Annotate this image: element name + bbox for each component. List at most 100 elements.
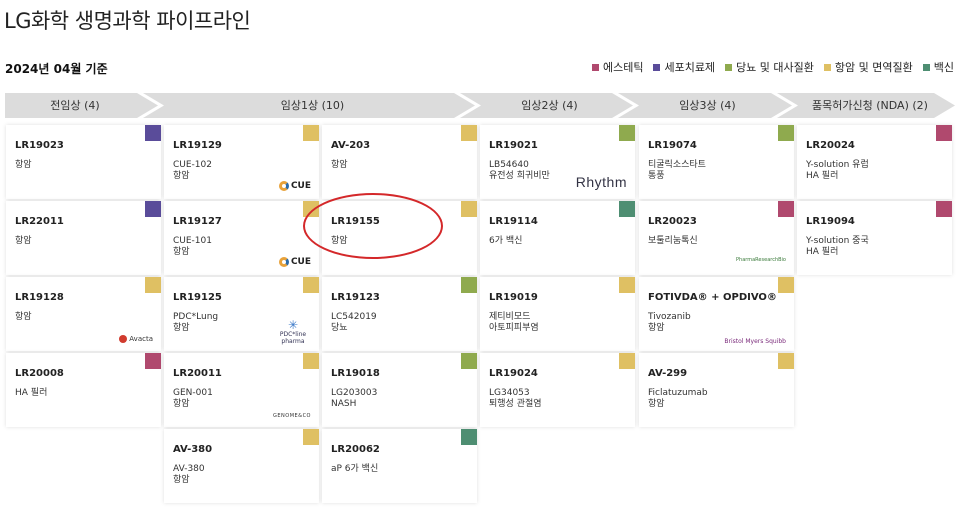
pipeline-card-FOTIVDA-OPDIVO[interactable]: FOTIVDA® + OPDIVO® Tivozanib 항암 Bristol M… [639,277,794,351]
card-desc: Y-solution 중국 HA 필러 [806,236,869,257]
pipeline-card-LR19094[interactable]: LR19094 Y-solution 중국 HA 필러 [797,201,952,275]
category-tag [303,353,319,369]
category-tag [303,125,319,141]
card-desc: CUE-102 항암 [173,160,212,181]
card-desc: 제티비모드 아토피피부염 [489,312,539,333]
card-code: LR19155 [331,216,380,227]
category-tag [778,277,794,293]
bristol-myers-squibb-logo: Bristol Myers Squibb [724,338,786,345]
card-code: LR20062 [331,444,380,455]
card-desc: HA 필러 [15,388,48,398]
pipeline-card-AV-203[interactable]: AV-203 항암 [322,125,477,199]
pipeline-card-LR19019[interactable]: LR19019 제티비모드 아토피피부염 [480,277,635,351]
pdc-line-pharma-logo: ✳ PDC*line pharma [272,318,314,345]
legend-swatch [725,63,733,71]
phase-label-phase1: 임상1상 (10) [280,99,345,112]
category-tag [461,353,477,369]
card-code: LR20024 [806,140,855,151]
pipeline-card-LR19125[interactable]: LR19125 PDC*Lung 항암 ✳ PDC*line pharma [164,277,319,351]
category-tag [619,201,635,217]
partner-logo-text: CUE [290,257,311,267]
card-code: LR20011 [173,368,222,379]
cue-mark-icon [278,257,289,267]
legend-swatch [922,63,930,71]
category-tag [619,353,635,369]
phase-label-preclinical: 전임상 (4) [50,99,100,112]
card-desc: LG203003 NASH [331,388,378,409]
card-desc: aP 6가 백신 [331,464,379,474]
card-desc: CUE-101 항암 [173,236,212,257]
legend-label: 당뇨 및 대사질환 [736,61,814,74]
pipeline-card-LR20024[interactable]: LR20024 Y-solution 유럽 HA 필러 [797,125,952,199]
pipeline-card-LR19074[interactable]: LR19074 티굴릭소스타트 통풍 [639,125,794,199]
pipeline-card-LR20011[interactable]: LR20011 GEN-001 항암 GENOME&CO [164,353,319,427]
legend-swatch [653,63,661,71]
card-code: AV-203 [331,140,371,151]
legend-item-oncology-immunology[interactable]: 항암 및 면역질환 [823,59,913,75]
legend-label: 에스테틱 [602,61,644,74]
category-tag [461,125,477,141]
card-code: FOTIVDA® + OPDIVO® [648,292,777,303]
card-code: LR22011 [15,216,64,227]
category-tag [461,429,477,445]
pipeline-card-LR22011[interactable]: LR22011 항암 [6,201,161,275]
legend-label: 항암 및 면역질환 [834,61,913,74]
legend-item-metabolic[interactable]: 당뇨 및 대사질환 [725,59,814,75]
card-desc: 항암 [15,236,32,246]
card-code: LR19127 [173,216,222,227]
card-desc: 티굴릭소스타트 통풍 [648,160,706,181]
avacta-logo: Avacta [119,335,153,343]
card-code: AV-299 [648,368,688,379]
pipeline-card-LR19128[interactable]: LR19128 항암 Avacta [6,277,161,351]
category-tag [778,353,794,369]
pipeline-card-LR19018[interactable]: LR19018 LG203003 NASH [322,353,477,427]
card-code: LR20008 [15,368,64,379]
card-desc: 6가 백신 [489,236,523,246]
card-code: LR19019 [489,292,538,303]
pipeline-card-LR19155[interactable]: LR19155 항암 [322,201,477,275]
card-code: LR19024 [489,368,538,379]
pipeline-card-LR19123[interactable]: LR19123 LC542019 당뇨 [322,277,477,351]
card-desc: Tivozanib 항암 [648,312,691,333]
legend: 에스테틱 세포치료제 당뇨 및 대사질환 항암 및 면역질환 백신 [591,59,954,75]
pipeline-card-LR20023[interactable]: LR20023 보툴리눔톡신 PharmaResearchBio [639,201,794,275]
category-tag [303,277,319,293]
legend-item-aesthetic[interactable]: 에스테틱 [591,59,644,75]
pdc-mark-icon: ✳ [287,318,299,332]
pipeline-card-LR19021[interactable]: LR19021 LB54640 유전성 희귀비만 Rhythm [480,125,635,199]
legend-swatch [823,63,831,71]
category-tag [145,125,161,141]
pipeline-card-LR20062[interactable]: LR20062 aP 6가 백신 [322,429,477,503]
card-desc: 항암 [15,312,32,322]
pipeline-card-LR19129[interactable]: LR19129 CUE-102 항암 CUE [164,125,319,199]
pharma-research-bio-logo: PharmaResearchBio [736,257,786,263]
card-code: LR19128 [15,292,64,303]
card-code: AV-380 [173,444,213,455]
pipeline-card-LR19023[interactable]: LR19023 항암 [6,125,161,199]
card-desc: LG34053 퇴행성 관절염 [489,388,542,409]
card-desc: GEN-001 항암 [173,388,213,409]
pipeline-card-AV-380[interactable]: AV-380 AV-380 항암 [164,429,319,503]
card-code: LR20023 [648,216,697,227]
cue-logo: CUE [278,257,311,267]
partner-logo-text: CUE [290,181,311,191]
legend-item-vaccine[interactable]: 백신 [922,59,954,75]
pipeline-card-LR19114[interactable]: LR19114 6가 백신 [480,201,635,275]
card-desc: LC542019 당뇨 [331,312,377,333]
pipeline-card-LR20008[interactable]: LR20008 HA 필러 [6,353,161,427]
category-tag [303,201,319,217]
category-tag [778,125,794,141]
card-desc: 보툴리눔톡신 [648,236,698,246]
partner-logo-text: Avacta [129,335,153,343]
pipeline-card-AV-299[interactable]: AV-299 Ficlatuzumab 항암 [639,353,794,427]
card-desc: AV-380 항암 [173,464,205,485]
category-tag [936,125,952,141]
category-tag [145,277,161,293]
legend-label: 세포치료제 [664,61,716,74]
legend-item-cell-therapy[interactable]: 세포치료제 [653,59,715,75]
pipeline-card-LR19127[interactable]: LR19127 CUE-101 항암 CUE [164,201,319,275]
pipeline-card-LR19024[interactable]: LR19024 LG34053 퇴행성 관절염 [480,353,635,427]
card-desc: Ficlatuzumab 항암 [648,388,708,409]
card-code: LR19018 [331,368,380,379]
card-desc: PDC*Lung 항암 [173,312,219,333]
